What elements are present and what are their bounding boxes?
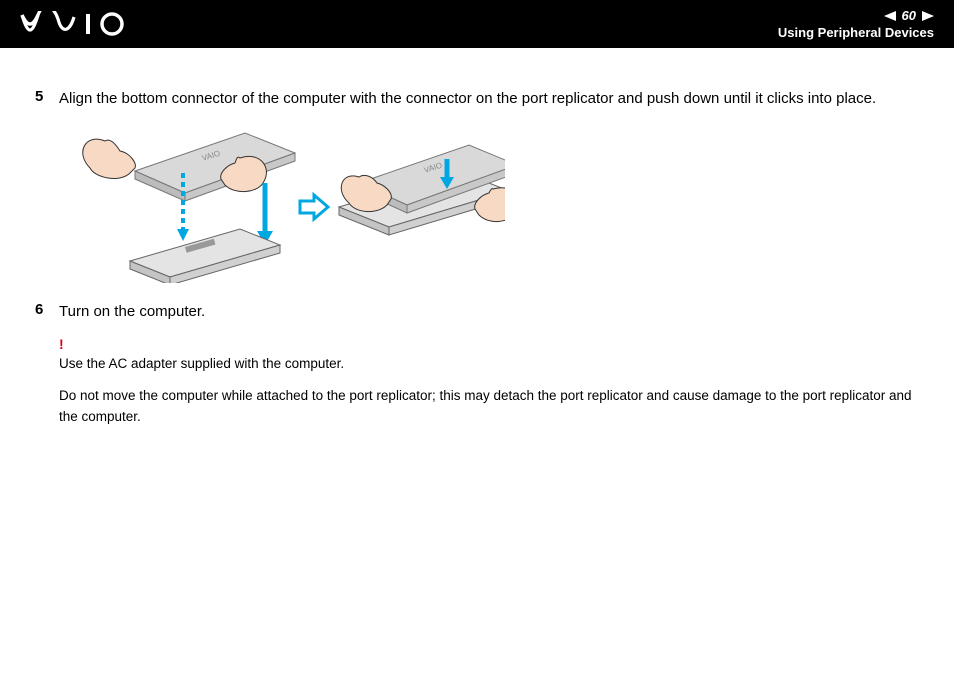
section-title: Using Peripheral Devices: [778, 25, 934, 40]
vaio-logo: [20, 11, 130, 37]
next-page-arrow[interactable]: [922, 11, 934, 21]
step-text: Turn on the computer.: [59, 301, 205, 322]
step-5: 5 Align the bottom connector of the comp…: [35, 88, 919, 109]
header-right: 60 Using Peripheral Devices: [778, 8, 934, 40]
step-text: Align the bottom connector of the comput…: [59, 88, 876, 109]
page-number: 60: [902, 8, 916, 23]
step-number: 6: [35, 301, 59, 318]
warning-text-2: Do not move the computer while attached …: [59, 386, 919, 427]
prev-page-arrow[interactable]: [884, 11, 896, 21]
warning-text-1: Use the AC adapter supplied with the com…: [59, 354, 919, 374]
page-nav: 60: [884, 8, 934, 23]
step-6: 6 Turn on the computer.: [35, 301, 919, 322]
docking-illustration: VAIO: [65, 123, 505, 283]
content-area: 5 Align the bottom connector of the comp…: [0, 48, 954, 459]
warning-icon: !: [59, 336, 919, 352]
warning-block: ! Use the AC adapter supplied with the c…: [59, 336, 919, 427]
step-number: 5: [35, 88, 59, 105]
header-bar: 60 Using Peripheral Devices: [0, 0, 954, 48]
